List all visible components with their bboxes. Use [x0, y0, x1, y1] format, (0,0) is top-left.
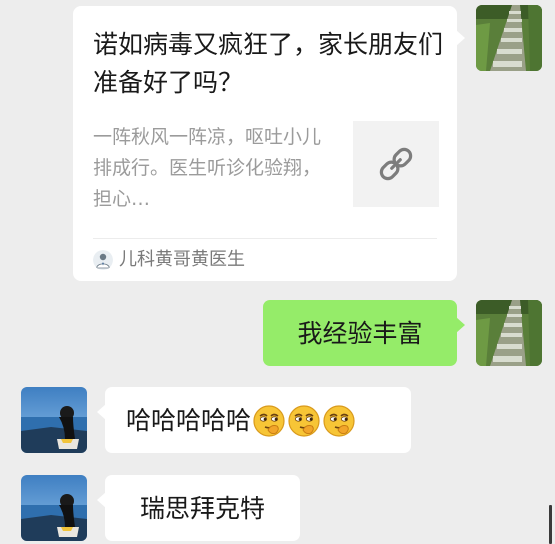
contact-avatar[interactable]	[21, 387, 87, 453]
incoming-message-bubble[interactable]: 瑞思拜克特	[97, 475, 300, 541]
contact-avatar[interactable]	[21, 475, 87, 541]
link-icon	[353, 121, 439, 207]
smirk-emoji-icon	[287, 404, 321, 438]
message-text: 哈哈哈哈哈	[126, 406, 252, 435]
my-avatar[interactable]	[476, 5, 542, 71]
link-card-source: 儿科黄哥黄医生	[119, 249, 245, 270]
message-text: 我经验丰富	[297, 319, 423, 348]
source-avatar	[93, 250, 113, 270]
link-card-title: 诺如病毒又疯狂了，家长朋友们准备好了吗？	[93, 30, 444, 97]
scrollbar-thumb[interactable]	[549, 505, 552, 544]
link-card-divider	[93, 238, 437, 239]
link-card-description: 一阵秋风一阵凉，呕吐小儿排成行。医生听诊化验翔，担心…	[93, 126, 322, 210]
link-card-message[interactable]: 诺如病毒又疯狂了，家长朋友们准备好了吗？ 一阵秋风一阵凉，呕吐小儿排成行。医生听…	[73, 6, 465, 281]
outgoing-message-bubble[interactable]: 我经验丰富	[263, 300, 465, 366]
incoming-message-bubble[interactable]: 哈哈哈哈哈	[97, 387, 411, 453]
my-avatar[interactable]	[476, 300, 542, 366]
smirk-emoji-icon	[322, 404, 356, 438]
smirk-emoji-icon	[252, 404, 286, 438]
message-text: 瑞思拜克特	[139, 494, 265, 523]
